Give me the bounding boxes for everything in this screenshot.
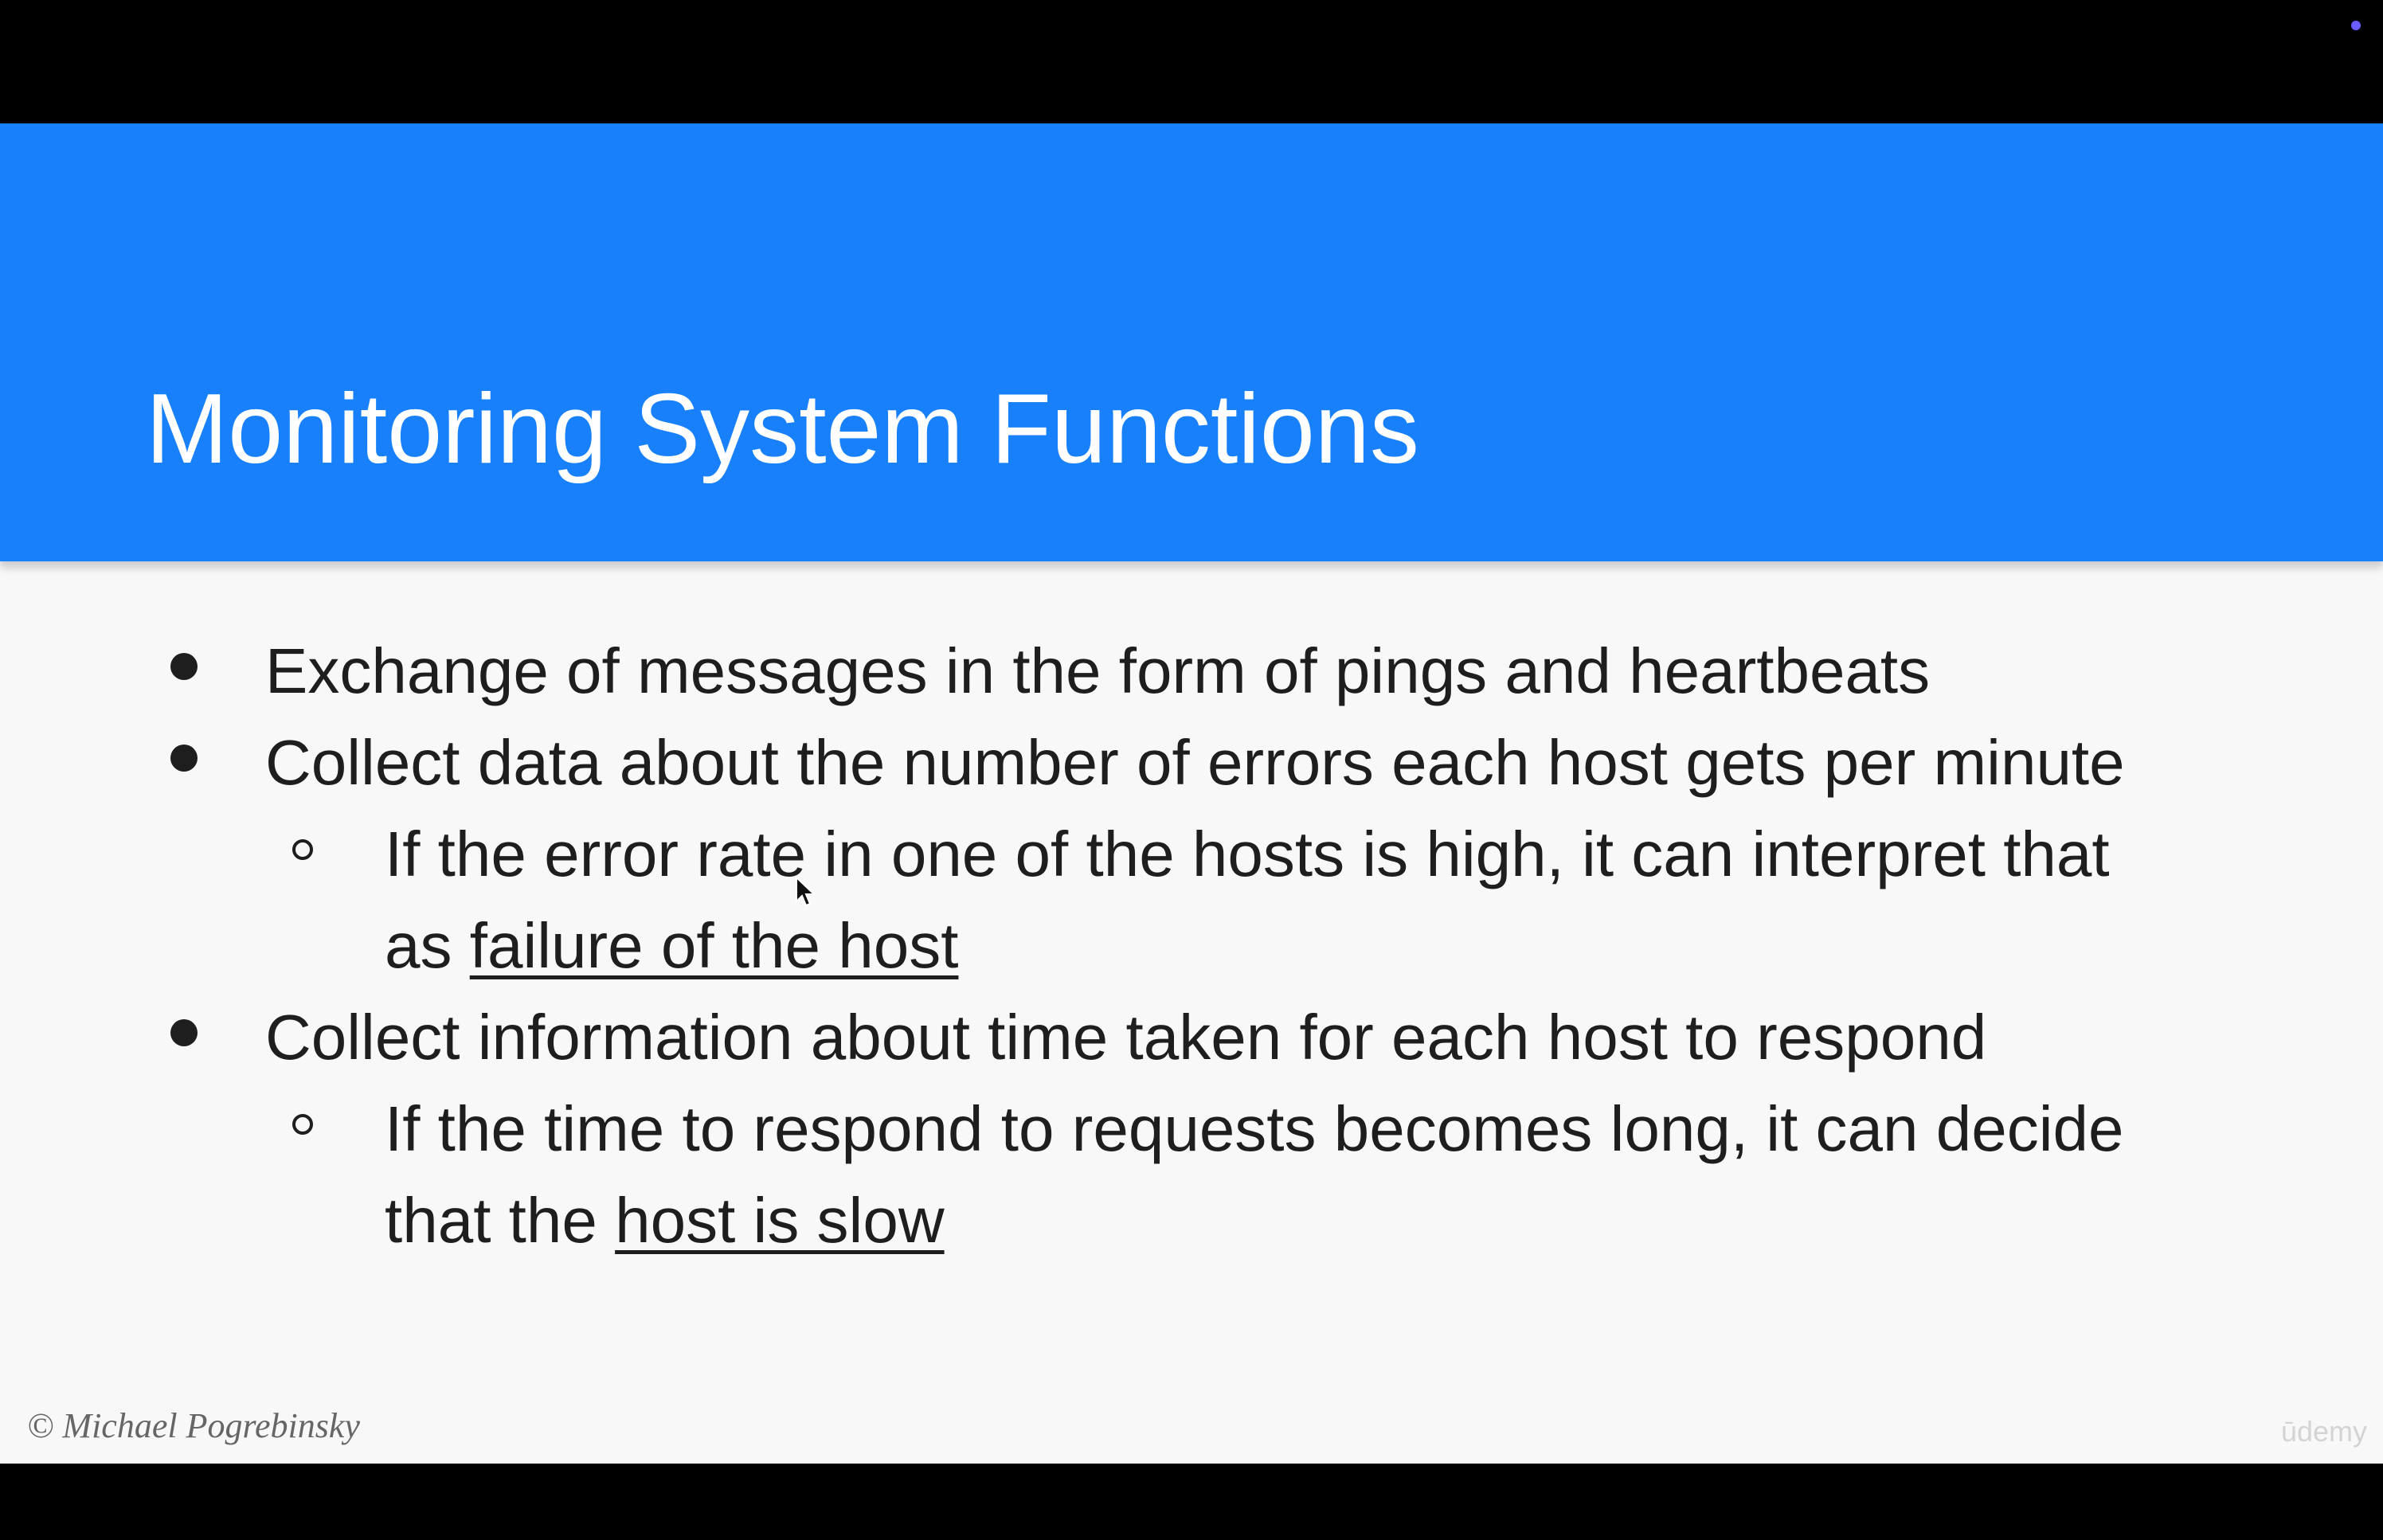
bullet-item-1: Exchange of messages in the form of ping…: [265, 635, 1931, 706]
top-letterbox: [0, 0, 2383, 123]
bullet-disc-icon: [170, 745, 198, 772]
sub-bullet-item-2-1-line-1: If the error rate in one of the hosts is…: [385, 819, 2110, 889]
bullet-item-2: Collect data about the number of errors …: [265, 727, 2125, 798]
sub-bullet-item-2-1-line-2: as failure of the host: [385, 914, 958, 978]
bullet-disc-icon: [170, 1019, 198, 1046]
bullet-disc-icon: [170, 653, 198, 680]
sub-bullet-text: that the: [385, 1185, 616, 1256]
copyright-notice: © Michael Pogrebinsky: [27, 1406, 360, 1445]
mouse-pointer-icon: [796, 876, 816, 907]
slide: Monitoring System Functions Exchange of …: [0, 123, 2383, 1464]
bottom-letterbox: [0, 1464, 2383, 1540]
sub-bullet-text: as: [385, 910, 470, 981]
sub-bullet-item-3-1-line-2: that the host is slow: [385, 1189, 945, 1253]
sub-bullet-item-3-1-line-1: If the time to respond to requests becom…: [385, 1093, 2124, 1164]
bullet-circle-icon: [292, 1114, 313, 1135]
slide-title: Monitoring System Functions: [146, 374, 1419, 484]
udemy-watermark: ūdemy: [2280, 1415, 2367, 1448]
bullet-circle-icon: [292, 839, 313, 860]
bullet-item-3: Collect information about time taken for…: [265, 1002, 1987, 1073]
video-frame: Monitoring System Functions Exchange of …: [0, 0, 2383, 1540]
underlined-phrase: host is slow: [615, 1185, 945, 1256]
status-dot-icon: [2351, 21, 2361, 30]
slide-header: Monitoring System Functions: [0, 123, 2383, 561]
underlined-phrase: failure of the host: [469, 910, 959, 981]
